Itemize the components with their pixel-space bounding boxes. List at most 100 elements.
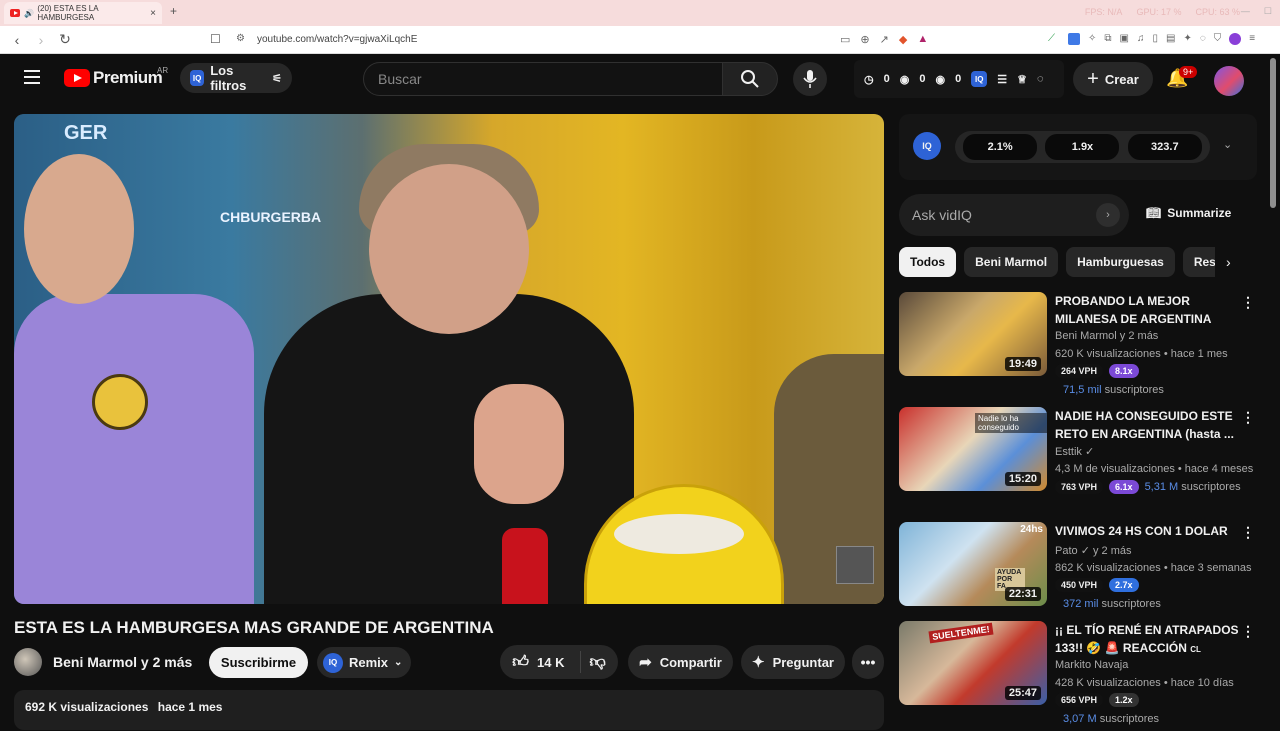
back-icon[interactable]: ‹ [10, 32, 24, 48]
more-vert-icon[interactable]: ⋮ [1241, 524, 1255, 541]
brave-shield-icon[interactable]: ◆ [899, 33, 907, 46]
trophy-icon[interactable]: ♕ [1017, 73, 1027, 86]
chevron-down-icon: ⌄ [394, 657, 403, 668]
sliders-icon: ⚟ [272, 72, 282, 85]
ask-submit-button[interactable]: › [1096, 203, 1120, 227]
endscreen-thumbnail[interactable] [836, 546, 874, 584]
clock-icon: ◷ [864, 73, 874, 86]
more-vert-icon[interactable]: ⋮ [1241, 294, 1255, 311]
puzzle-icon[interactable]: ✧ [1088, 33, 1096, 45]
recommendation-item[interactable]: SUELTENME! 25:47 ¡¡ EL TÍO RENÉ EN ATRAP… [899, 621, 1257, 731]
ai-icon[interactable]: ✦ [1183, 33, 1191, 45]
recommendation-channel[interactable]: Pato ✓ y 2 más [1055, 544, 1132, 557]
chevron-right-icon[interactable]: › [1226, 254, 1231, 270]
chip-restaurantes[interactable]: Restaurantes [1182, 247, 1215, 277]
subscribe-button[interactable]: Suscribirme [209, 647, 308, 678]
video-player[interactable]: GER CHBURGERBA [14, 114, 884, 604]
forward-icon[interactable]: › [34, 32, 48, 48]
chat-icon[interactable]: ◌ [1037, 73, 1044, 85]
thumbs-down-icon[interactable]: 👎︎ [589, 653, 605, 672]
chip-todos[interactable]: Todos [899, 247, 957, 277]
image-icon[interactable]: ▣ [1120, 33, 1129, 45]
extension-icon[interactable]: ⟋ [1048, 33, 1060, 45]
video-thumbnail[interactable]: 24hs AYUDA POR FA 22:31 [899, 522, 1047, 606]
speaker-icon[interactable]: 🔊 [24, 9, 34, 18]
music-icon[interactable]: ♫ [1137, 33, 1145, 45]
channel-avatar[interactable] [14, 648, 42, 676]
video-thumbnail[interactable]: Nadie lo ha conseguido 15:20 [899, 407, 1047, 491]
recommendation-channel[interactable]: Beni Marmol y 2 más [1055, 330, 1158, 342]
hamburger-menu-icon[interactable] [24, 70, 40, 84]
vph-badges: 450 VPH 2.7x [1055, 578, 1139, 592]
minimize-icon[interactable]: — [1241, 6, 1250, 17]
sidebar-icon[interactable]: ▯ [1152, 33, 1158, 45]
duration-badge: 19:49 [1004, 357, 1041, 371]
vidiq-header-stats: ◷ 0 ◉ 0 ◉ 0 IQ ☰ ♕ ◌ [854, 60, 1064, 98]
wall-sign: GER [64, 122, 108, 144]
zoom-icon[interactable]: ⊕ [860, 33, 869, 46]
search-input[interactable]: Buscar [363, 62, 723, 96]
recommendation-item[interactable]: 19:49 PROBANDO LA MEJOR MILANESA DE ARGEN… [899, 292, 1257, 402]
ask-vidiq-input[interactable]: Ask vidIQ [899, 194, 1129, 236]
duration-badge: 25:47 [1004, 686, 1041, 700]
chip-beni-marmol[interactable]: Beni Marmol [964, 247, 1059, 277]
maximize-icon[interactable]: ☐ [1264, 6, 1272, 17]
recommendation-item[interactable]: Nadie lo ha conseguido 15:20 NADIE HA CO… [899, 407, 1257, 517]
site-info-icon[interactable]: ⚙ [236, 33, 245, 44]
vph-badges: 264 VPH 8.1x [1055, 364, 1139, 378]
metric-vph: 323.7 [1127, 134, 1202, 160]
recommendation-channel[interactable]: Esttik ✓ [1055, 445, 1094, 458]
summarize-button[interactable]: 📖︎ Summarize [1146, 206, 1231, 220]
share-button[interactable]: ➦ Compartir [628, 645, 733, 679]
reload-icon[interactable]: ↻ [58, 31, 72, 48]
page-scrollbar[interactable] [1270, 58, 1276, 208]
video-thumbnail[interactable]: 19:49 [899, 292, 1047, 376]
copy-icon[interactable]: ⧉ [1104, 33, 1111, 45]
chevron-down-icon[interactable]: ⌄ [1223, 138, 1232, 151]
new-tab-button[interactable]: + [170, 4, 177, 18]
filters-button[interactable]: IQ Los filtros ⚟ [180, 63, 292, 93]
create-button[interactable]: + Crear [1073, 62, 1153, 96]
ask-button[interactable]: ✦ Preguntar [741, 645, 845, 679]
notification-badge: 9+ [1179, 66, 1198, 78]
plus-icon: + [1087, 67, 1099, 90]
url-field[interactable]: youtube.com/watch?v=gjwaXiLqchE [257, 34, 417, 45]
recommendation-item[interactable]: 24hs AYUDA POR FA 22:31 VIVIMOS 24 HS CO… [899, 522, 1257, 632]
video-thumbnail[interactable]: SUELTENME! 25:47 [899, 621, 1047, 705]
wallet-icon[interactable]: ▤ [1166, 33, 1175, 45]
browser-tab[interactable]: 🔊 (20) ESTA ES LA HAMBURGESA × [4, 2, 162, 24]
more-horiz-icon: ••• [860, 654, 876, 670]
search-icon [741, 70, 759, 88]
like-button[interactable]: 👍︎ 14 K 👎︎ [500, 645, 618, 679]
like-count: 14 K [537, 654, 565, 670]
recommendation-stats: 862 K visualizaciones • hace 3 semanas [1055, 562, 1252, 574]
close-tab-icon[interactable]: × [150, 8, 156, 19]
account-avatar[interactable] [1214, 66, 1244, 96]
remix-button[interactable]: IQ Remix ⌄ [317, 647, 411, 678]
shield-icon[interactable]: ⛉ [1214, 33, 1222, 45]
channel-name[interactable]: Beni Marmol y 2 más [53, 654, 192, 670]
recommendation-stats: 428 K visualizaciones • hace 10 días [1055, 677, 1234, 689]
duration-badge: 22:31 [1004, 587, 1041, 601]
chip-hamburguesas[interactable]: Hamburguesas [1066, 247, 1175, 277]
brave-rewards-icon[interactable]: ▲ [917, 33, 928, 46]
search-button[interactable] [722, 62, 778, 96]
voice-search-button[interactable] [793, 62, 827, 96]
recommendation-stats: 4,3 M de visualizaciones • hace 4 meses [1055, 463, 1254, 475]
more-vert-icon[interactable]: ⋮ [1241, 409, 1255, 426]
translate-icon[interactable] [1068, 33, 1080, 45]
list-icon[interactable]: ☰ [997, 73, 1007, 86]
description-box[interactable]: 692 K visualizaciones hace 1 mes [14, 690, 884, 730]
vpn-icon[interactable]: ◌ [1200, 33, 1206, 45]
bookmark-icon[interactable]: ☐ [210, 32, 221, 46]
more-vert-icon[interactable]: ⋮ [1241, 623, 1255, 640]
cast-icon[interactable]: ▭ [840, 33, 850, 46]
recommendation-channel[interactable]: Markito Navaja [1055, 659, 1128, 671]
vidiq-icon[interactable]: IQ [971, 71, 988, 87]
youtube-logo[interactable]: Premium AR [64, 66, 168, 88]
menu-icon[interactable]: ≡ [1249, 33, 1255, 45]
share-icon[interactable]: ↗ [880, 33, 889, 46]
profile-icon[interactable] [1229, 33, 1242, 45]
address-bar: ‹ › ↻ ☐ ⚙ youtube.com/watch?v=gjwaXiLqch… [0, 26, 1280, 54]
more-actions-button[interactable]: ••• [852, 645, 884, 679]
